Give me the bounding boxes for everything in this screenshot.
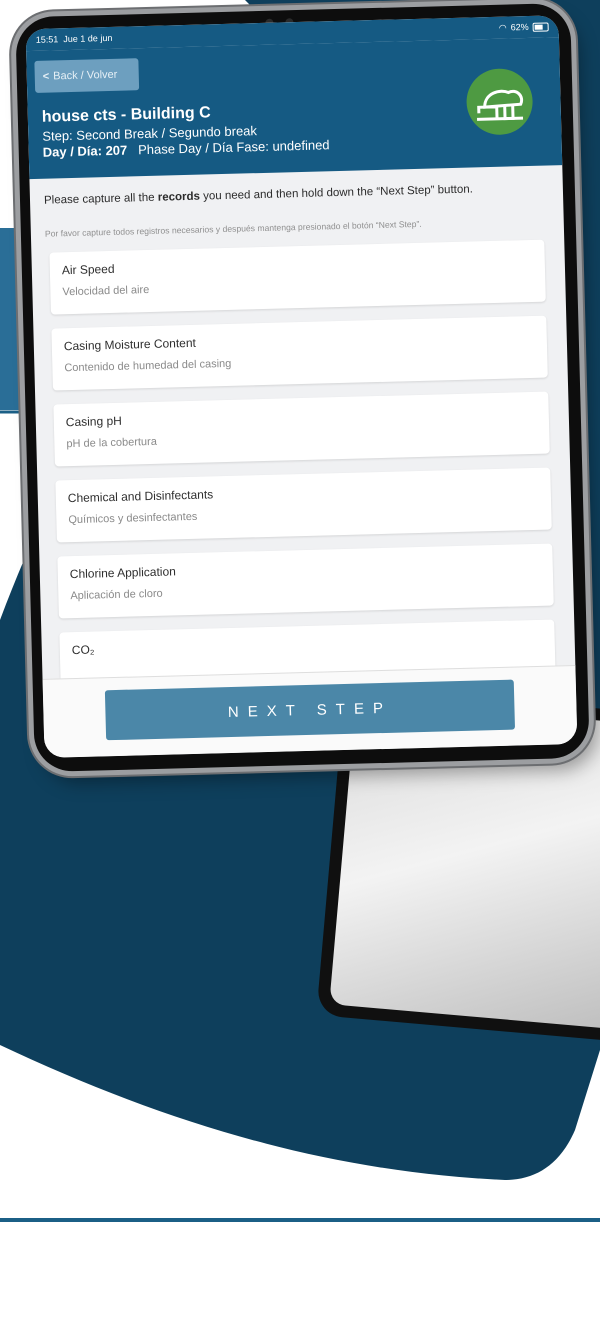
next-step-button[interactable]: NEXT STEP <box>104 679 516 741</box>
instructions-en: Please capture all the records you need … <box>44 181 551 206</box>
bottom-divider <box>0 1218 600 1222</box>
record-subtitle: pH de la cobertura <box>66 435 158 451</box>
record-title: Chemical and Disinfectants <box>67 487 214 506</box>
record-item-casing-ph[interactable]: Casing pH pH de la cobertura <box>53 391 550 467</box>
back-button[interactable]: < Back / Volver <box>34 58 140 93</box>
record-subtitle: Contenido de humedad del casing <box>64 357 232 375</box>
record-subtitle: Velocidad del aire <box>62 283 150 299</box>
app-screen: 15:51 Jue 1 de jun ◠ 62% < Back / Volver … <box>25 15 578 758</box>
status-right: ◠ 62% <box>499 21 549 33</box>
status-date: Jue 1 de jun <box>63 32 113 45</box>
record-subtitle: Químicos y desinfectantes <box>68 510 198 527</box>
instructions-en-bold: records <box>157 190 201 204</box>
battery-percent: 62% <box>510 21 529 33</box>
tablet-frame: 15:51 Jue 1 de jun ◠ 62% < Back / Volver … <box>15 2 590 773</box>
chevron-left-icon: < <box>42 70 50 83</box>
status-time: 15:51 <box>35 34 59 45</box>
instructions-es: Por favor capture todos registros necesa… <box>44 218 422 239</box>
record-title: Chlorine Application <box>69 564 177 582</box>
instructions-en-post: you need and then hold down the “Next St… <box>199 183 474 203</box>
records-content: Please capture all the records you need … <box>29 165 575 695</box>
back-button-label: Back / Volver <box>53 68 118 83</box>
record-item-air-speed[interactable]: Air Speed Velocidad del aire <box>49 239 546 315</box>
record-item-casing-moisture[interactable]: Casing Moisture Content Contenido de hum… <box>51 315 548 391</box>
record-item-chemical-disinfectants[interactable]: Chemical and Disinfectants Químicos y de… <box>55 467 552 543</box>
bottom-action-bar: NEXT STEP <box>42 664 578 758</box>
record-title: Casing Moisture Content <box>63 335 197 354</box>
instructions-en-pre: Please capture all the <box>43 191 158 207</box>
record-title: CO₂ <box>71 642 95 658</box>
battery-icon <box>532 21 549 32</box>
wifi-icon: ◠ <box>498 22 507 33</box>
app-logo <box>465 67 534 136</box>
record-subtitle <box>72 654 543 666</box>
day-label: Day / Día: 207 <box>42 142 128 160</box>
mushroom-icon <box>477 89 524 121</box>
status-time-date: 15:51 Jue 1 de jun <box>36 33 113 45</box>
app-header: < Back / Volver house cts - Building C St… <box>26 37 563 180</box>
page-title: house cts - Building C <box>41 104 211 126</box>
record-title: Air Speed <box>61 261 115 278</box>
record-subtitle: Aplicación de cloro <box>70 587 163 603</box>
record-item-chlorine-application[interactable]: Chlorine Application Aplicación de cloro <box>57 543 554 619</box>
record-title: Casing pH <box>65 413 123 430</box>
